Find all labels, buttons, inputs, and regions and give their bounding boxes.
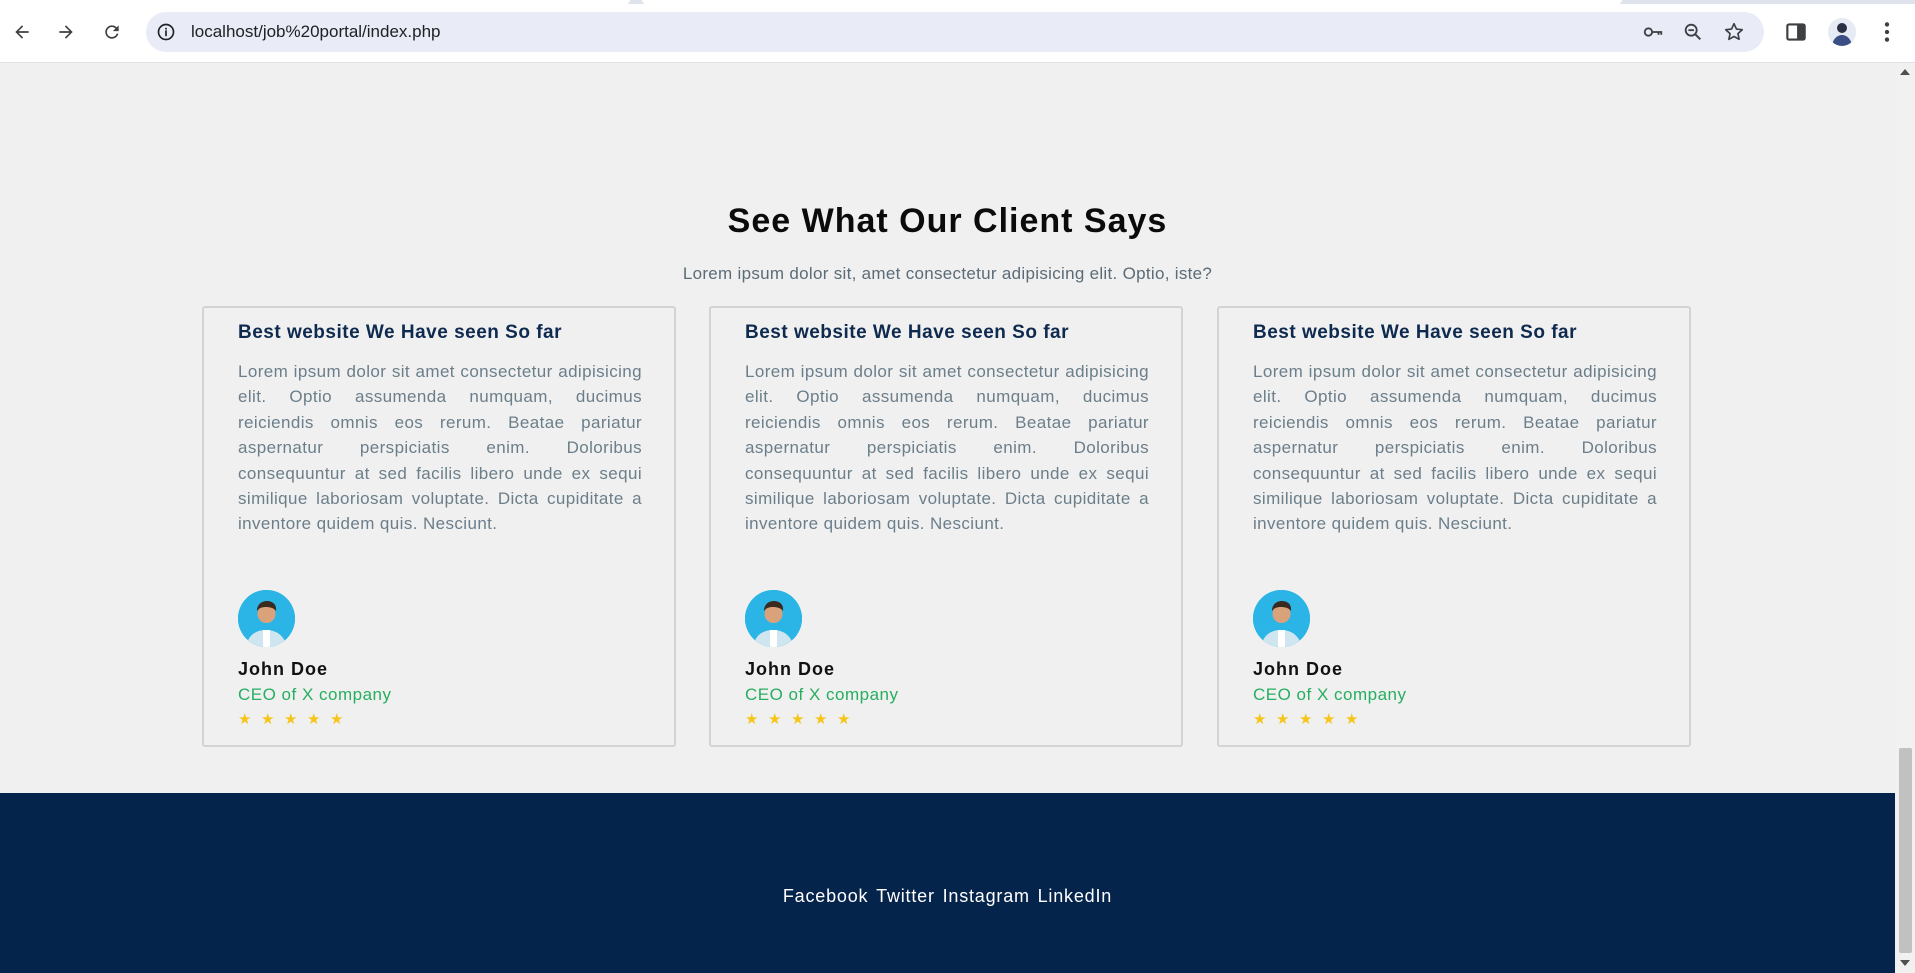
testimonial-card: Best website We Have seen So far Lorem i… <box>709 306 1183 747</box>
client-role: CEO of X company <box>1253 685 1407 704</box>
section-title: See What Our Client Says <box>727 202 1168 240</box>
star-icon: ★ <box>307 711 321 728</box>
star-icon: ★ <box>238 711 252 728</box>
back-button[interactable] <box>6 16 38 48</box>
star-icon: ★ <box>1253 711 1267 728</box>
tab-strip <box>0 0 1915 4</box>
reload-icon <box>105 25 119 39</box>
client-role: CEO of X company <box>238 685 392 704</box>
avatar[interactable] <box>1828 18 1856 46</box>
client-photo <box>1253 590 1310 647</box>
star-icon: ★ <box>284 711 298 728</box>
url-text[interactable]: localhost/job%20portal/index.php <box>191 22 441 42</box>
back-arrow-icon <box>15 25 29 39</box>
star-icon: ★ <box>261 711 275 728</box>
testimonial-text: Lorem ipsum dolor sit amet consectetur a… <box>745 362 1149 534</box>
forward-arrow-icon <box>59 25 73 39</box>
vertical-scrollbar[interactable] <box>1895 63 1915 973</box>
client-name: John Doe <box>1253 659 1344 679</box>
testimonial-heading: Best website We Have seen So far <box>238 322 562 343</box>
social-links: Facebook Twitter Instagram LinkedIn <box>0 886 1895 907</box>
testimonial-heading: Best website We Have seen So far <box>1253 322 1577 343</box>
page-viewport: See What Our Client Says Lorem ipsum dol… <box>0 63 1895 973</box>
kebab-menu-icon[interactable] <box>1874 19 1900 45</box>
star-icon: ★ <box>768 711 782 728</box>
info-icon[interactable] <box>156 22 176 42</box>
testimonial-card: Best website We Have seen So far Lorem i… <box>202 306 676 747</box>
side-panel-icon[interactable] <box>1783 19 1809 45</box>
star-icon: ★ <box>1322 711 1336 728</box>
client-role: CEO of X company <box>745 685 899 704</box>
browser-toolbar: localhost/job%20portal/index.php <box>0 0 1915 63</box>
zoom-out-icon[interactable] <box>1682 21 1704 43</box>
star-icon[interactable] <box>1723 21 1745 43</box>
site-footer: Facebook Twitter Instagram LinkedIn <box>0 793 1895 973</box>
client-name: John Doe <box>745 659 836 679</box>
star-icon: ★ <box>791 711 805 728</box>
star-rating: ★ ★ ★ ★ ★ <box>1253 711 1362 728</box>
testimonial-heading: Best website We Have seen So far <box>745 322 1069 343</box>
forward-button[interactable] <box>50 16 82 48</box>
star-icon: ★ <box>1276 711 1290 728</box>
star-icon: ★ <box>837 711 851 728</box>
testimonial-text: Lorem ipsum dolor sit amet consectetur a… <box>1253 362 1657 534</box>
instagram-link[interactable]: Instagram <box>943 886 1030 906</box>
section-subtitle: Lorem ipsum dolor sit, amet consectetur … <box>682 264 1213 283</box>
client-photo <box>238 590 295 647</box>
reload-button[interactable] <box>96 16 128 48</box>
scroll-down-arrow-icon[interactable] <box>1900 960 1910 966</box>
star-icon: ★ <box>1299 711 1313 728</box>
address-bar[interactable]: localhost/job%20portal/index.php <box>146 12 1764 52</box>
twitter-link[interactable]: Twitter <box>876 886 935 906</box>
facebook-link[interactable]: Facebook <box>783 886 868 906</box>
star-icon: ★ <box>814 711 828 728</box>
profile-picture-icon <box>1828 18 1856 46</box>
scrollbar-thumb[interactable] <box>1899 748 1912 953</box>
testimonial-card: Best website We Have seen So far Lorem i… <box>1217 306 1691 747</box>
scroll-up-arrow-icon[interactable] <box>1900 69 1910 75</box>
linkedin-link[interactable]: LinkedIn <box>1038 886 1112 906</box>
star-icon: ★ <box>330 711 344 728</box>
star-icon: ★ <box>1345 711 1359 728</box>
star-rating: ★ ★ ★ ★ ★ <box>745 711 854 728</box>
client-name: John Doe <box>238 659 329 679</box>
key-icon[interactable] <box>1642 21 1664 43</box>
client-photo <box>745 590 802 647</box>
testimonial-text: Lorem ipsum dolor sit amet consectetur a… <box>238 362 642 534</box>
star-rating: ★ ★ ★ ★ ★ <box>238 711 347 728</box>
star-icon: ★ <box>745 711 759 728</box>
